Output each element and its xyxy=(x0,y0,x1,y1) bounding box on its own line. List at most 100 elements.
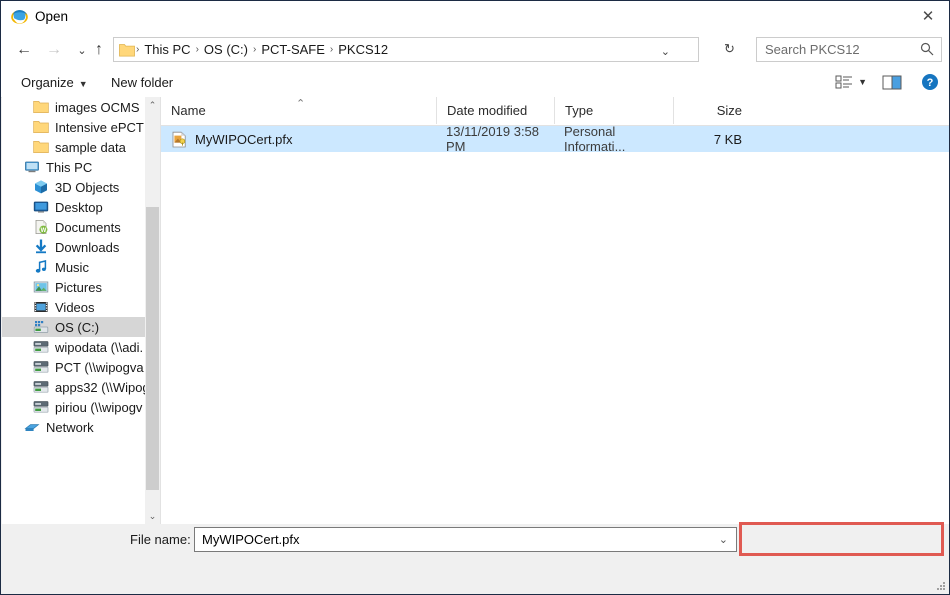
folder-icon xyxy=(33,141,49,153)
videos-icon xyxy=(34,302,48,312)
new-folder-button[interactable]: New folder xyxy=(105,73,179,92)
sidebar-item-intensive-epct-t[interactable]: Intensive ePCT t xyxy=(2,117,160,137)
sidebar-item-label: Pictures xyxy=(55,279,102,295)
sidebar-item-this-pc[interactable]: This PC xyxy=(2,157,160,177)
command-toolbar: Organize ▼ New folder ▼ ? xyxy=(1,68,949,98)
sidebar-item-pictures[interactable]: Pictures xyxy=(2,277,160,297)
organize-menu-button[interactable]: Organize ▼ xyxy=(15,73,94,92)
sidebar-item-music[interactable]: Music xyxy=(2,257,160,277)
network-drive-icon xyxy=(33,341,49,353)
sidebar-item-documents[interactable]: W Documents xyxy=(2,217,160,237)
cell-text: Personal Informati... xyxy=(564,124,626,154)
table-row[interactable]: MyWIPOCert.pfx 13/11/2019 3:58 PM Personal… xyxy=(161,124,949,154)
sidebar-item-label: apps32 (\\Wipog xyxy=(55,379,150,395)
window-title: Open xyxy=(35,9,69,24)
breadcrumb-item-3[interactable]: PKCS12 xyxy=(334,40,392,59)
sidebar-item-videos[interactable]: Videos xyxy=(2,297,160,317)
sidebar-item-label: sample data xyxy=(55,139,126,155)
breadcrumb-item-0[interactable]: This PC xyxy=(140,40,194,59)
scroll-down-icon[interactable]: ⌄ xyxy=(145,508,160,524)
3d-objects-icon xyxy=(35,180,47,194)
sidebar-item-downloads[interactable]: Downloads xyxy=(2,237,160,257)
network-drive-icon xyxy=(33,381,49,393)
file-name-label: File name: xyxy=(130,532,191,547)
sidebar-item-label: This PC xyxy=(46,159,93,175)
music-icon xyxy=(35,260,47,273)
sidebar-item-label: images OCMS xyxy=(55,99,140,115)
svg-text:?: ? xyxy=(927,77,934,89)
network-drive-icon xyxy=(33,361,49,373)
sidebar-item-wipodata-adi[interactable]: wipodata (\\adi. xyxy=(2,337,160,357)
up-one-level-button[interactable]: ↑ xyxy=(86,37,112,63)
this-pc-icon xyxy=(25,161,39,173)
resize-grip-icon[interactable] xyxy=(935,580,947,592)
cell-date-modified: 13/11/2019 3:58 PM xyxy=(446,124,554,154)
navigation-bar: ← → ⌄ ↑ › This PC › OS (C:) › PCT-SAFE ›… xyxy=(1,32,949,68)
pfx-certificate-icon xyxy=(172,131,186,147)
folder-icon xyxy=(33,121,49,133)
sidebar-item-label: Music xyxy=(55,259,89,275)
sidebar-item-label: Downloads xyxy=(55,239,120,255)
back-button[interactable]: ← xyxy=(11,37,37,63)
cell-name: MyWIPOCert.pfx xyxy=(171,126,436,152)
organize-label: Organize xyxy=(21,75,74,90)
file-rows-container: MyWIPOCert.pfx 13/11/2019 3:58 PM Personal… xyxy=(161,124,949,154)
sidebar-item-label: Desktop xyxy=(55,199,103,215)
sidebar-item-sample-data[interactable]: sample data xyxy=(2,137,160,157)
desktop-icon xyxy=(33,201,49,213)
chevron-down-icon[interactable]: ⌄ xyxy=(719,533,728,546)
column-header-size[interactable]: Size xyxy=(673,97,754,124)
svg-text:W: W xyxy=(41,228,47,234)
column-header-type[interactable]: Type xyxy=(554,97,673,124)
sidebar-item-label: Network xyxy=(46,419,94,435)
column-header-label: Type xyxy=(565,103,594,118)
sidebar-item-label: OS (C:) xyxy=(55,319,100,335)
sidebar-item-3d-objects[interactable]: 3D Objects xyxy=(2,177,160,197)
scrollbar-thumb[interactable] xyxy=(146,207,159,490)
sidebar-item-desktop[interactable]: Desktop xyxy=(2,197,160,217)
column-header-date-modified[interactable]: Date modified xyxy=(436,97,554,124)
sidebar-item-piriou-wipogv[interactable]: piriou (\\wipogv xyxy=(2,397,160,417)
sidebar-item-label: wipodata (\\adi. xyxy=(55,339,144,355)
column-header-label: Size xyxy=(716,103,742,118)
forward-button[interactable]: → xyxy=(41,37,67,63)
breadcrumb-item-1[interactable]: OS (C:) xyxy=(200,40,252,59)
file-list-pane: Name ⌃ Date modified Type Size MyWIPOCert.pf… xyxy=(161,97,949,524)
sidebar-item-label: Documents xyxy=(55,219,121,235)
navigation-pane-scrollbar[interactable]: ⌃ ⌄ xyxy=(145,97,160,524)
cell-text: MyWIPOCert.pfx xyxy=(195,131,293,147)
toolbar-right-icons: ▼ ? xyxy=(834,72,939,92)
sidebar-item-label: 3D Objects xyxy=(55,179,120,195)
address-bar[interactable]: › This PC › OS (C:) › PCT-SAFE › PKCS12 … xyxy=(113,37,699,62)
breadcrumb-item-2[interactable]: PCT-SAFE xyxy=(257,40,329,59)
sidebar-item-apps32-wipog[interactable]: apps32 (\\Wipog xyxy=(2,377,160,397)
list-view-icon[interactable] xyxy=(834,72,854,92)
search-input[interactable]: Search PKCS12 xyxy=(756,37,942,62)
column-header-name[interactable]: Name ⌃ xyxy=(161,97,436,124)
preview-pane-icon[interactable] xyxy=(881,72,903,92)
local-disk-icon xyxy=(33,321,49,333)
close-window-button[interactable]: ✕ xyxy=(905,1,949,31)
chevron-down-icon[interactable]: ▼ xyxy=(858,77,867,87)
chevron-down-icon[interactable]: ⌄ xyxy=(661,45,670,58)
navigation-pane: images OCMS Intensive ePCT t sample data Th… xyxy=(2,97,160,524)
open-file-dialog: Open ✕ ← → ⌄ ↑ › This PC › OS (C:) › PCT… xyxy=(0,0,950,595)
sidebar-item-images-ocms[interactable]: images OCMS xyxy=(2,97,160,117)
help-icon[interactable]: ? xyxy=(921,73,939,91)
sidebar-item-os-c[interactable]: OS (C:) xyxy=(2,317,160,337)
file-name-input[interactable]: MyWIPOCert.pfx ⌄ xyxy=(194,527,737,552)
scroll-up-icon[interactable]: ⌃ xyxy=(145,97,160,113)
sidebar-item-label: piriou (\\wipogv xyxy=(55,399,143,415)
column-header-row: Name ⌃ Date modified Type Size xyxy=(161,97,949,126)
title-bar: Open ✕ xyxy=(1,1,949,32)
cell-size: 7 KB xyxy=(673,126,742,152)
search-placeholder: Search PKCS12 xyxy=(765,42,860,57)
file-name-value: MyWIPOCert.pfx xyxy=(202,532,300,547)
sidebar-item-pct-wipogva[interactable]: PCT (\\wipogva xyxy=(2,357,160,377)
folder-icon xyxy=(119,43,135,56)
sidebar-item-network[interactable]: Network xyxy=(2,417,160,437)
column-header-label: Name xyxy=(171,103,206,118)
network-icon xyxy=(24,424,40,431)
sidebar-item-label: Videos xyxy=(55,299,95,315)
cell-type: Personal Informati... xyxy=(564,124,673,154)
